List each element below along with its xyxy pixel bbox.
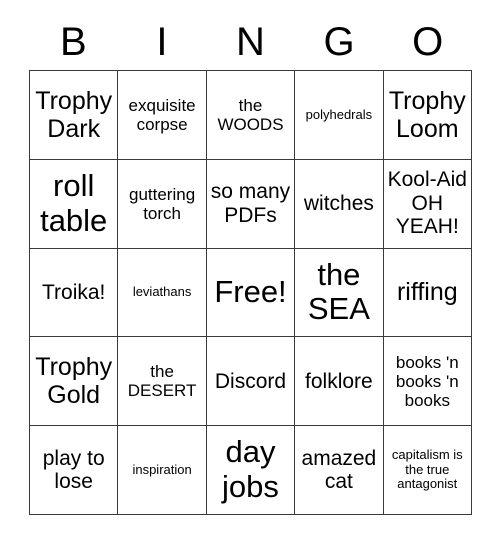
bingo-cell-r3c2[interactable]: leviathans: [118, 248, 207, 338]
bingo-cell-r5c4[interactable]: amazed cat: [295, 426, 384, 515]
bingo-cell-r5c2[interactable]: inspiration: [118, 426, 207, 515]
bingo-header-letter-o: O: [412, 20, 444, 64]
bingo-cell-label: books 'n books 'n books: [395, 352, 459, 410]
bingo-cell-r4c3[interactable]: Discord: [206, 337, 296, 427]
bingo-cell-r4c5[interactable]: books 'n books 'n books: [383, 337, 472, 427]
bingo-cell-label: witches: [303, 191, 374, 215]
bingo-cell-r3c1[interactable]: Troika!: [30, 248, 119, 338]
bingo-cell-r4c1[interactable]: Trophy Gold: [30, 337, 119, 427]
bingo-cell-r1c2[interactable]: exquisite corpse: [118, 71, 207, 160]
bingo-cell-r3c5[interactable]: riffing: [383, 248, 472, 338]
bingo-cell-r4c2[interactable]: the DESERT: [118, 337, 207, 427]
bingo-cell-label: leviathans: [132, 284, 192, 300]
bingo-cell-r1c5[interactable]: Trophy Loom: [383, 71, 472, 160]
bingo-cell-label: the WOODS: [217, 95, 284, 134]
bingo-cell-r5c5[interactable]: capitalism is the true antagonist: [383, 426, 472, 515]
bingo-header-row: B I N G O: [29, 14, 472, 70]
bingo-cell-r5c1[interactable]: play to lose: [30, 426, 119, 515]
bingo-cell-label: inspiration: [132, 461, 192, 477]
bingo-cell-label: exquisite corpse: [128, 95, 196, 134]
bingo-cell-label: Trophy Gold: [35, 353, 113, 410]
bingo-cell-label: Trophy Loom: [388, 86, 466, 143]
bingo-grid: Trophy Dark exquisite corpse the WOODS poly…: [29, 70, 472, 515]
bingo-cell-r1c4[interactable]: polyhedrals: [295, 71, 384, 160]
bingo-cell-label: roll table: [40, 167, 108, 238]
bingo-cell-r1c1[interactable]: Trophy Dark: [30, 71, 119, 160]
bingo-cell-label: the SEA: [307, 256, 370, 327]
bingo-card: B I N G O Trophy Dark exquisite corpse the…: [0, 0, 500, 544]
bingo-cell-label: guttering torch: [129, 184, 196, 223]
bingo-cell-label: riffing: [396, 278, 458, 307]
bingo-cell-label: capitalism is the true antagonist: [391, 447, 463, 492]
bingo-cell-r2c1[interactable]: roll table: [30, 159, 119, 249]
bingo-cell-label: polyhedrals: [305, 106, 373, 122]
bingo-cell-r2c4[interactable]: witches: [295, 159, 384, 249]
bingo-cell-label: Discord: [214, 369, 287, 393]
bingo-cell-label: folklore: [305, 369, 373, 393]
bingo-cell-label: Troika!: [41, 280, 106, 304]
bingo-cell-r3c4[interactable]: the SEA: [295, 248, 384, 338]
bingo-cell-r1c3[interactable]: the WOODS: [206, 71, 296, 160]
bingo-cell-label: the DESERT: [127, 362, 197, 401]
bingo-cell-r4c4[interactable]: folklore: [295, 337, 384, 427]
bingo-cell-r2c5[interactable]: Kool-Aid OH YEAH!: [383, 159, 472, 249]
bingo-header-letter-b: B: [59, 20, 87, 64]
bingo-cell-label: play to lose: [42, 446, 105, 494]
bingo-cell-r2c2[interactable]: guttering torch: [118, 159, 207, 249]
bingo-cell-label: Kool-Aid OH YEAH!: [387, 168, 467, 239]
bingo-cell-label: Free!: [214, 274, 287, 310]
bingo-cell-label: Trophy Dark: [35, 86, 113, 143]
bingo-header-letter-g: G: [323, 20, 355, 64]
bingo-cell-label: so many PDFs: [210, 180, 291, 227]
bingo-cell-r5c3[interactable]: day jobs: [206, 426, 296, 515]
bingo-cell-label: day jobs: [222, 434, 279, 505]
bingo-header-letter-n: N: [236, 20, 265, 64]
bingo-cell-label: amazed cat: [301, 446, 377, 494]
bingo-cell-r2c3[interactable]: so many PDFs: [206, 159, 296, 249]
bingo-header-letter-i: I: [156, 20, 168, 64]
bingo-cell-r3c3[interactable]: Free!: [206, 248, 296, 338]
